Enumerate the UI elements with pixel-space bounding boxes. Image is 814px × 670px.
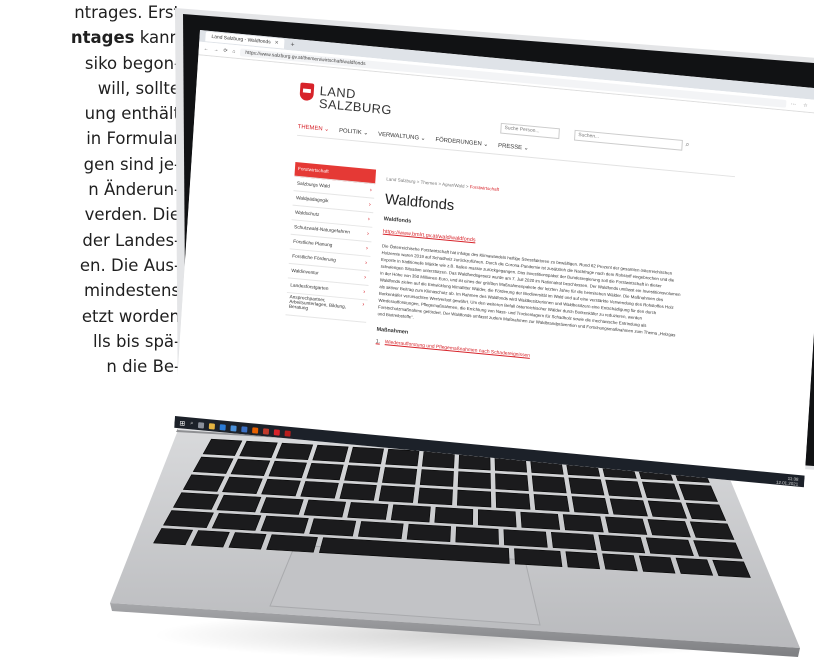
sidebar-item-label: Schutzwald-Naturgefahren (293, 224, 351, 235)
task-view-icon[interactable] (198, 421, 205, 429)
new-tab-icon[interactable]: + (290, 41, 294, 48)
nav-item-verwaltung[interactable]: VERWALTUNG ⌄ (378, 131, 426, 142)
sidebar-item-label: Waldpädagogik (295, 195, 329, 204)
chevron-right-icon: › (363, 274, 367, 281)
clock: 11:38 12.01.2021 (776, 474, 799, 486)
sidebar: Forstwirtschaft Salzburgs Wald › Waldpädago… (285, 161, 377, 323)
search-icon[interactable]: ⌕ (685, 141, 689, 149)
windows-start-icon[interactable]: ⊞ (179, 419, 185, 427)
nav-item-förderungen[interactable]: FÖRDERUNGEN ⌄ (435, 136, 488, 148)
nav-item-presse[interactable]: PRESSE ⌄ (498, 142, 529, 152)
chevron-right-icon: › (362, 302, 365, 309)
website: LAND SALZBURG Suche Person... Suchen... … (174, 55, 814, 488)
person-search-input[interactable]: Suche Person... (500, 122, 560, 140)
store-icon[interactable] (230, 424, 237, 432)
sidebar-item-label: Landesforstgarten (290, 283, 329, 292)
breadcrumb-item[interactable]: Themen (420, 180, 437, 186)
breadcrumb-item[interactable]: Agrar/Wald (442, 182, 465, 189)
taskbar-search-icon[interactable]: ⌕ (190, 420, 194, 427)
breadcrumb-item[interactable]: Forstwirtschaft (470, 184, 500, 192)
search-input[interactable]: Suchen... (573, 129, 683, 151)
chevron-right-icon: › (364, 260, 368, 267)
edge-icon[interactable] (219, 423, 227, 431)
sidebar-item-label: Waldschutz (294, 210, 320, 218)
chevron-right-icon: › (366, 231, 370, 238)
chevron-right-icon: › (365, 245, 369, 252)
forward-icon[interactable]: → (213, 46, 218, 52)
browser-toolbar-icons[interactable]: ⋯ ☆ ≡ (791, 101, 814, 110)
home-icon[interactable]: ⌂ (232, 48, 235, 54)
chevron-right-icon: › (362, 289, 366, 296)
chevron-right-icon: › (369, 187, 372, 194)
chevron-right-icon: › (368, 202, 371, 209)
laptop: Land Salzburg - Waldfonds ✕ + ← → ⟳ ⌂ ht… (0, 0, 814, 670)
sidebar-item-label: Forstwirtschaft (297, 166, 329, 175)
screen: Land Salzburg - Waldfonds ✕ + ← → ⟳ ⌂ ht… (174, 30, 814, 488)
sidebar-item-label: Waldinventur (291, 268, 319, 276)
sidebar-item-label: Forstliche Förderung (292, 253, 336, 263)
list-number: 1. (375, 338, 381, 345)
chevron-right-icon: › (367, 216, 371, 223)
close-icon[interactable]: ✕ (274, 40, 279, 46)
mail-icon[interactable] (241, 425, 248, 433)
sidebar-item-label: Forstliche Planung (293, 239, 333, 248)
nav-item-themen[interactable]: THEMEN ⌄ (297, 123, 329, 133)
back-icon[interactable]: ← (204, 46, 209, 52)
explorer-icon[interactable] (209, 422, 216, 430)
app-icon[interactable] (284, 429, 292, 437)
app-icon[interactable] (273, 428, 281, 436)
firefox-icon[interactable] (252, 426, 259, 434)
sidebar-item-label: Ansprechpartner, Arbeitsunterlagen, Bild… (288, 295, 347, 312)
page-title: Waldfonds (384, 191, 455, 215)
main-content: Land Salzburg > Themen > Agrar/Wald > Fo… (376, 171, 687, 373)
coat-of-arms-icon (299, 82, 315, 102)
sidebar-item-label: Salzburgs Wald (296, 181, 330, 190)
app-icon[interactable] (263, 427, 270, 435)
nav-item-politik[interactable]: POLITIK ⌄ (339, 127, 369, 137)
breadcrumb-item[interactable]: Land Salzburg (386, 176, 415, 184)
site-logo[interactable]: LAND SALZBURG (299, 82, 393, 117)
reload-icon[interactable]: ⟳ (223, 47, 228, 53)
